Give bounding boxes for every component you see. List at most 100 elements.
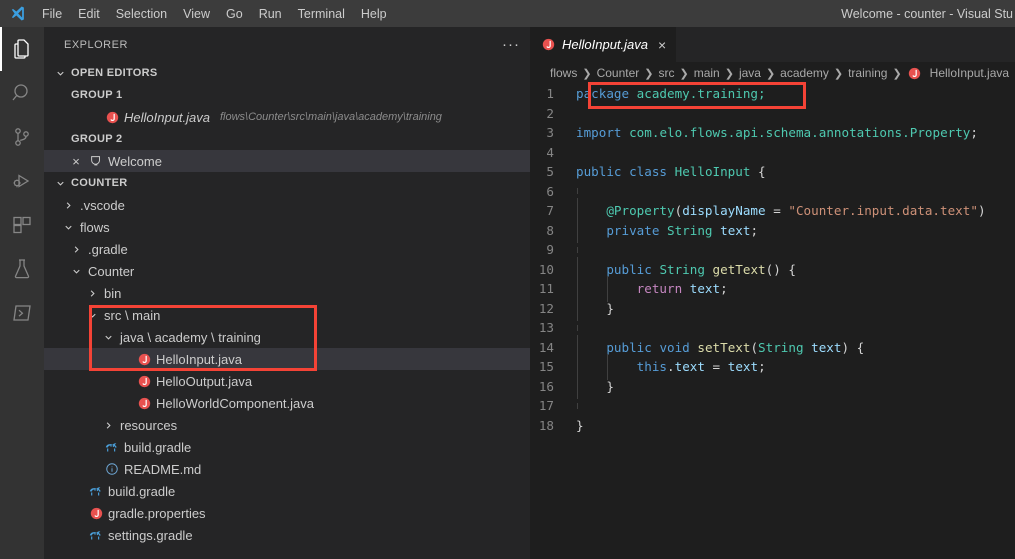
line-number: 4 bbox=[546, 144, 554, 160]
tree-file-readme-md[interactable]: README.md bbox=[44, 458, 530, 480]
tree-folder-bin[interactable]: bin bbox=[44, 282, 530, 304]
tree-item-label: HelloWorldComponent.java bbox=[156, 395, 315, 411]
window-title: Welcome - counter - Visual Stu bbox=[841, 6, 1013, 21]
chevron-down-icon bbox=[100, 329, 116, 345]
breadcrumb-separator-icon: ❯ bbox=[679, 67, 689, 80]
editor-tab-helloinput[interactable]: HelloInput.java × bbox=[530, 27, 678, 62]
tree-item-label: flows bbox=[80, 219, 110, 235]
menu-edit[interactable]: Edit bbox=[70, 3, 108, 25]
line-number: 15 bbox=[538, 359, 554, 374]
open-editors-section-header[interactable]: OPEN EDITORS bbox=[44, 62, 530, 84]
explorer-header: EXPLORER ··· bbox=[44, 27, 530, 62]
tree-item-label: bin bbox=[104, 285, 122, 301]
tree-item-label: gradle.properties bbox=[108, 505, 206, 521]
project-section-header-counter[interactable]: COUNTER bbox=[44, 172, 530, 194]
chevron-down-icon bbox=[68, 263, 84, 279]
open-editor-name: HelloInput.java bbox=[124, 109, 210, 125]
tree-file-build-gradle[interactable]: build.gradle bbox=[44, 480, 530, 502]
indent-guide bbox=[577, 246, 578, 253]
explorer-more-actions-icon[interactable]: ··· bbox=[502, 37, 520, 52]
line-number: 9 bbox=[546, 242, 554, 257]
chevron-down-icon bbox=[60, 219, 76, 235]
chevron-right-icon bbox=[68, 241, 84, 257]
activity-testing-button[interactable] bbox=[0, 247, 44, 291]
activity-search-button[interactable] bbox=[0, 71, 44, 115]
tree-file-helloinput-java[interactable]: HelloInput.java bbox=[44, 348, 530, 370]
editor-area: HelloInput.java × flows ❯ Counter ❯ src ❯ main… bbox=[530, 27, 1015, 559]
code-line: 11 return text; bbox=[530, 276, 1015, 302]
open-editor-path: flows\Counter\src\main\java\academy\trai… bbox=[220, 111, 442, 123]
tree-item-label: README.md bbox=[124, 461, 202, 477]
java-icon bbox=[136, 395, 152, 411]
open-editor-item-welcome[interactable]: × Welcome bbox=[44, 150, 530, 172]
tree-item-label: HelloOutput.java bbox=[156, 373, 253, 389]
editor-tab-label: HelloInput.java bbox=[562, 37, 648, 52]
chevron-right-icon bbox=[84, 285, 100, 301]
breadcrumb-item[interactable]: src bbox=[658, 66, 674, 80]
menu-bar: File Edit Selection View Go Run Terminal… bbox=[34, 3, 395, 25]
activity-run-debug-button[interactable] bbox=[0, 159, 44, 203]
tree-file-build-gradle[interactable]: build.gradle bbox=[44, 436, 530, 458]
open-editor-item-helloinput[interactable]: HelloInput.java flows\Counter\src\main\j… bbox=[44, 106, 530, 128]
tree-item-label: java \ academy \ training bbox=[120, 329, 261, 345]
code-line: 5 public class HelloInput { bbox=[530, 162, 1015, 182]
menu-selection[interactable]: Selection bbox=[108, 3, 175, 25]
tree-folder-src-main[interactable]: src \ main bbox=[44, 304, 530, 326]
tree-file-hellooutput-java[interactable]: HelloOutput.java bbox=[44, 370, 530, 392]
menu-view[interactable]: View bbox=[175, 3, 218, 25]
tree-item-label: settings.gradle bbox=[108, 527, 193, 543]
tree-file-settings-gradle[interactable]: settings.gradle bbox=[44, 524, 530, 546]
indent-guide bbox=[577, 324, 578, 331]
activity-extensions-button[interactable] bbox=[0, 203, 44, 247]
chevron-right-icon bbox=[60, 197, 76, 213]
tree-folder--gradle[interactable]: .gradle bbox=[44, 238, 530, 260]
breadcrumb-separator-icon: ❯ bbox=[765, 67, 776, 80]
code-line-text: public void setText(String text) { bbox=[576, 334, 1015, 360]
breadcrumb-item[interactable]: main bbox=[694, 66, 720, 80]
code-line-text: } bbox=[576, 417, 584, 433]
code-line: 12 } bbox=[530, 295, 1015, 321]
code-line-text: package academy.training; bbox=[576, 86, 766, 101]
tree-folder--vscode[interactable]: .vscode bbox=[44, 194, 530, 216]
tree-folder-resources[interactable]: resources bbox=[44, 414, 530, 436]
menu-file[interactable]: File bbox=[34, 3, 70, 25]
tree-folder-java-academy-training[interactable]: java \ academy \ training bbox=[44, 326, 530, 348]
breadcrumb-item[interactable]: training bbox=[848, 66, 887, 80]
activity-source-control-button[interactable] bbox=[0, 115, 44, 159]
tree-file-gradle-properties[interactable]: gradle.properties bbox=[44, 502, 530, 524]
menu-help[interactable]: Help bbox=[353, 3, 395, 25]
breadcrumb-item[interactable]: java bbox=[739, 66, 761, 80]
java-icon bbox=[540, 37, 556, 53]
code-line-text: return text; bbox=[576, 276, 1015, 302]
activity-explorer-button[interactable] bbox=[0, 27, 44, 71]
code-line-text: public class HelloInput { bbox=[576, 164, 766, 179]
tree-folder-counter[interactable]: Counter bbox=[44, 260, 530, 282]
open-editor-name: Welcome bbox=[108, 153, 162, 169]
breadcrumb-separator-icon: ❯ bbox=[833, 67, 844, 80]
menu-run[interactable]: Run bbox=[251, 3, 290, 25]
tree-folder-flows[interactable]: flows bbox=[44, 216, 530, 238]
line-number: 18 bbox=[538, 417, 554, 433]
code-line-text: } bbox=[576, 373, 1015, 399]
close-icon[interactable]: × bbox=[658, 38, 666, 52]
activity-terminal-button[interactable] bbox=[0, 291, 44, 335]
menu-go[interactable]: Go bbox=[218, 3, 251, 25]
breadcrumb-item[interactable]: HelloInput.java bbox=[930, 66, 1009, 80]
tree-file-helloworldcomponent-java[interactable]: HelloWorldComponent.java bbox=[44, 392, 530, 414]
java-icon bbox=[907, 65, 923, 81]
close-icon[interactable]: × bbox=[68, 153, 84, 169]
breadcrumb-item[interactable]: Counter bbox=[597, 66, 640, 80]
code-line-text: import com.elo.flows.api.schema.annotati… bbox=[576, 125, 978, 140]
tree-item-label: .vscode bbox=[80, 197, 125, 213]
line-number: 2 bbox=[546, 105, 554, 121]
code-editor[interactable]: 1 package academy.training; 2 3 import com.e… bbox=[530, 84, 1015, 559]
tree-item-label: Counter bbox=[88, 263, 135, 279]
breadcrumb-item[interactable]: flows bbox=[550, 66, 577, 80]
line-number: 12 bbox=[538, 300, 554, 316]
code-line-text: private String text; bbox=[576, 217, 1015, 243]
breadcrumb-item[interactable]: academy bbox=[780, 66, 829, 80]
breadcrumb-separator-icon: ❯ bbox=[892, 67, 902, 80]
menu-terminal[interactable]: Terminal bbox=[290, 3, 353, 25]
